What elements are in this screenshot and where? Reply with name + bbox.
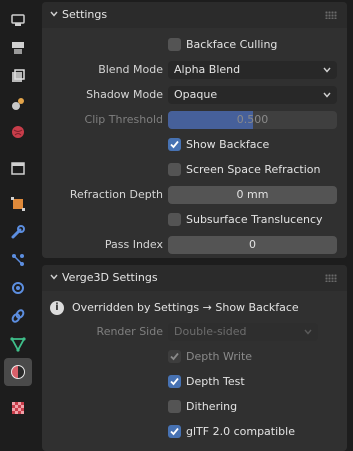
chevron-down-icon — [323, 67, 331, 73]
material-icon — [11, 365, 25, 379]
chevron-down-icon — [50, 11, 58, 17]
checkbox-box — [168, 38, 181, 51]
drag-handle[interactable] — [325, 11, 337, 19]
tab-object[interactable] — [4, 190, 32, 218]
screen-space-refraction-row: Screen Space Refraction — [42, 160, 347, 180]
tab-material[interactable] — [4, 358, 32, 386]
override-info-message: i Overridden by Settings → Show Backface — [50, 298, 340, 318]
drag-handle[interactable] — [325, 274, 337, 282]
pass-index-row: Pass Index 0 — [42, 235, 347, 255]
view-layer-icon — [12, 98, 24, 110]
object-data-icon — [10, 337, 26, 352]
collection-icon — [11, 162, 25, 175]
checkmark-icon — [170, 352, 179, 361]
properties-tab-bar — [0, 0, 36, 451]
tab-collection[interactable] — [4, 154, 32, 182]
render-side-row: Render Side Double-sided — [42, 322, 347, 342]
chevron-down-icon — [323, 92, 331, 98]
shadow-mode-dropdown[interactable]: Opaque — [168, 86, 337, 104]
world-icon — [12, 126, 24, 138]
render-side-dropdown[interactable]: Double-sided — [168, 323, 318, 341]
physics-icon — [12, 282, 24, 294]
particles-icon — [12, 254, 24, 266]
backface-culling-row: Backface Culling — [42, 35, 347, 55]
render-side-label: Render Side — [96, 325, 163, 338]
blend-mode-dropdown[interactable]: Alpha Blend — [168, 61, 337, 79]
tab-object-data[interactable] — [4, 330, 32, 358]
checkbox-box — [168, 213, 181, 226]
checkbox-box — [168, 163, 181, 176]
tab-texture[interactable] — [4, 394, 32, 422]
checkbox-box — [168, 350, 181, 363]
tab-particles[interactable] — [4, 246, 32, 274]
blend-mode-row: Blend Mode Alpha Blend — [42, 60, 347, 80]
tab-tool[interactable] — [4, 6, 32, 34]
object-icon — [11, 197, 25, 211]
gltf-compatible-row: glTF 2.0 compatible — [42, 422, 347, 442]
clip-threshold-row: Clip Threshold 0.500 — [42, 110, 347, 130]
depth-write-row: Depth Write — [42, 347, 347, 367]
chevron-down-icon — [304, 329, 312, 335]
chevron-down-icon — [50, 274, 58, 280]
pass-index-field[interactable]: 0 — [168, 236, 337, 254]
checkbox-box — [168, 138, 181, 151]
tab-physics[interactable] — [4, 274, 32, 302]
refraction-depth-field[interactable]: 0 mm — [168, 186, 337, 204]
refraction-depth-label: Refraction Depth — [69, 188, 163, 201]
render-icon — [12, 42, 24, 54]
show-backface-row: Show Backface — [42, 135, 347, 155]
verge3d-panel-title: Verge3D Settings — [62, 271, 158, 284]
tool-icon — [11, 14, 25, 26]
checkbox-box — [168, 375, 181, 388]
checkmark-icon — [170, 377, 179, 386]
tab-world[interactable] — [4, 118, 32, 146]
checkbox-box — [168, 425, 181, 438]
depth-test-row: Depth Test — [42, 372, 347, 392]
settings-panel-title: Settings — [62, 8, 108, 21]
verge3d-panel-header[interactable]: Verge3D Settings — [42, 265, 347, 291]
tab-modifiers[interactable] — [4, 218, 32, 246]
refraction-depth-row: Refraction Depth 0 mm — [42, 185, 347, 205]
output-icon — [12, 69, 25, 82]
subsurface-translucency-row: Subsurface Translucency — [42, 210, 347, 230]
constraints-icon — [11, 309, 25, 323]
settings-panel: Settings Backface Culling Blend Mode Alp… — [42, 2, 347, 258]
pass-index-label: Pass Index — [104, 238, 163, 251]
texture-icon — [12, 402, 24, 414]
shadow-mode-row: Shadow Mode Opaque — [42, 85, 347, 105]
checkmark-icon — [170, 427, 179, 436]
tab-view-layer[interactable] — [4, 90, 32, 118]
modifier-wrench-icon — [11, 225, 25, 239]
shadow-mode-label: Shadow Mode — [86, 88, 163, 101]
clip-threshold-label: Clip Threshold — [84, 113, 163, 126]
clip-threshold-slider[interactable]: 0.500 — [168, 111, 337, 129]
settings-panel-header[interactable]: Settings — [42, 2, 347, 28]
tab-constraints[interactable] — [4, 302, 32, 330]
properties-editor: Settings Backface Culling Blend Mode Alp… — [36, 0, 353, 451]
verge3d-settings-panel: Verge3D Settings i Overridden by Setting… — [42, 265, 347, 451]
dithering-row: Dithering — [42, 397, 347, 417]
blend-mode-label: Blend Mode — [98, 63, 163, 76]
checkbox-box — [168, 400, 181, 413]
checkmark-icon — [170, 140, 179, 149]
tab-render[interactable] — [4, 34, 32, 62]
tab-output[interactable] — [4, 62, 32, 90]
info-icon: i — [50, 301, 64, 315]
